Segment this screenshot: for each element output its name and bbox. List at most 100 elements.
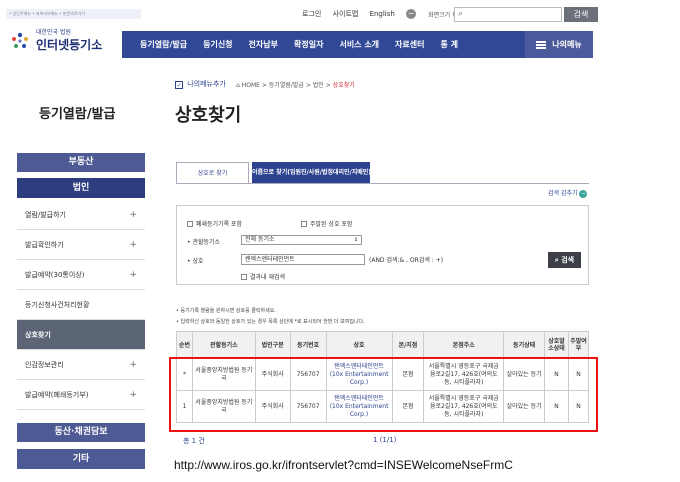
registry-label: • 관할등기소: [187, 239, 221, 246]
logo-title: 인터넷등기소: [36, 38, 103, 52]
breadcrumb-path[interactable]: HOME > 등기열람/발급 > 법인 >: [242, 82, 331, 89]
main-navigation: 등기열람/발급 등기신청 전자납부 확정일자 서비스 소개 자료센터 통 계: [122, 31, 593, 58]
sidebar-item-label: 발급확인하기: [25, 241, 64, 249]
check-icon: ✓: [175, 81, 183, 89]
main-office-label: 주말된 상호 포함: [310, 221, 353, 228]
tab-divider: [176, 183, 589, 184]
main-office-option[interactable]: 주말된 상호 포함: [301, 219, 352, 228]
name-label: • 상호: [187, 258, 204, 265]
logo-subtitle: 대한민국 법원: [36, 29, 72, 36]
sidebar-item-reserve[interactable]: 발급예약(30통이상) +: [17, 260, 145, 290]
nav-item-application[interactable]: 등기신청: [203, 39, 232, 50]
pagination[interactable]: 1 (1/1): [373, 436, 396, 444]
my-menu-button[interactable]: 나의메뉴: [525, 31, 593, 58]
nav-item-e-payment[interactable]: 전자납부: [249, 39, 278, 50]
cell-status: 살아있는 등기: [503, 390, 546, 423]
cell-reg-number: 756707: [289, 390, 327, 423]
col-header: 등기번호: [289, 331, 327, 359]
sidebar-item-seal[interactable]: 인감정보관리 +: [17, 350, 145, 380]
cell-weekend: N: [567, 358, 590, 391]
closed-records-checkbox[interactable]: [187, 221, 193, 227]
search-button[interactable]: ⌕ 검색: [548, 252, 581, 268]
expand-plus-icon: +: [129, 240, 137, 250]
cell-address: 서울특별시 영등포구 국제금융로2길17, 426호(여의도동, 시티플라자): [423, 390, 505, 423]
search-icon: ⌕: [458, 9, 464, 19]
top-utility-bar: • 상단주메뉴 • 좌측서브메뉴 • 본문바로가기 로그인 사이트맵 Engli…: [0, 0, 680, 28]
company-name-link[interactable]: 텐엑스엔터테인먼트 (10x Entertainment Corp.): [325, 358, 393, 391]
search-syntax-hint: (AND 검색:& , OR검색 : +): [369, 257, 444, 264]
tab-search-by-name[interactable]: 상호로 찾기: [176, 162, 249, 184]
cell-status: 살아있는 등기: [503, 358, 546, 391]
closed-records-option[interactable]: 폐쇄등기기록 포함: [187, 219, 242, 228]
search-button-label: 검색: [561, 256, 575, 264]
note-click-company: • 등기기록 열람을 원하시면 상호를 클릭하세요.: [176, 308, 276, 314]
notes: • 등기기록 열람을 원하시면 상호를 클릭하세요. • 입력하신 상호와 동일…: [176, 306, 365, 328]
col-header: 본/지점: [391, 331, 425, 359]
cell-registry: 서울중앙지방법원 등기국: [191, 358, 256, 391]
expand-plus-icon: +: [129, 270, 137, 280]
company-name-link[interactable]: 텐엑스엔터테인먼트 (10x Entertainment Corp.): [325, 390, 393, 423]
nav-item-view-issue[interactable]: 등기열람/발급: [140, 39, 187, 50]
court-emblem-icon: [12, 32, 28, 48]
add-to-my-menu[interactable]: ✓ 나의메뉴추가: [175, 79, 226, 89]
expand-plus-icon: +: [129, 360, 137, 370]
hamburger-icon: [536, 40, 547, 49]
cell-office-type: 본점: [391, 358, 425, 391]
sidebar-item-label: 발급예약(폐쇄등기부): [25, 391, 89, 399]
sidebar-item-name-search[interactable]: 상호찾기: [17, 320, 145, 350]
sidebar-item-label: 발급예약(30통이상): [25, 271, 85, 279]
zoom-out-button[interactable]: −: [406, 9, 417, 19]
login-link[interactable]: 로그인: [302, 10, 321, 18]
sidebar-item-label: 등기신청사건처리현황: [25, 301, 90, 309]
main-office-checkbox[interactable]: [301, 221, 307, 227]
sidebar-item-view-issue[interactable]: 열람/발급하기 +: [17, 200, 145, 230]
search-icon: ⌕: [554, 256, 559, 264]
sidebar-item-label: 인감정보관리: [25, 361, 64, 369]
sidebar-item-closed-reserve[interactable]: 발급예약(폐쇄등기부) +: [17, 380, 145, 410]
closed-records-label: 폐쇄등기기록 포함: [196, 221, 243, 228]
nav-item-statistics[interactable]: 통 계: [441, 39, 459, 50]
company-name-input[interactable]: 렌엑스엔터테인먼트: [241, 254, 365, 265]
sidebar-real-estate[interactable]: 부동산: [17, 153, 145, 172]
skip-links[interactable]: • 상단주메뉴 • 좌측서브메뉴 • 본문바로가기: [6, 9, 141, 19]
site-logo[interactable]: 대한민국 법원 인터넷등기소: [8, 27, 118, 61]
cell-address: 서울특별시 영등포구 국제금융로2길17, 426호(여의도동, 시티플라자): [423, 358, 505, 391]
tab-search-by-person[interactable]: 이름으로 찾기(임원진/사원/법정대리인/지배인): [252, 162, 371, 184]
sidebar-movable-collateral[interactable]: 동산·채권담보: [17, 423, 145, 442]
sitemap-link[interactable]: 사이트맵: [333, 10, 359, 18]
sidebar-title: 등기열람/발급: [39, 107, 116, 122]
zoom-label: 화면크기: [428, 11, 451, 19]
my-menu-label: 나의메뉴: [552, 40, 582, 49]
registry-select[interactable]: 전체 등기소 ↕: [241, 235, 362, 245]
add-to-my-menu-label: 나의메뉴추가: [187, 80, 226, 88]
col-header: 등기상태: [503, 331, 546, 359]
sidebar-item-case-status[interactable]: 등기신청사건처리현황: [17, 290, 145, 320]
col-header: 관할등기소: [191, 331, 256, 359]
breadcrumb: ⌂ HOME > 등기열람/발급 > 법인 > 상호찾기: [236, 80, 355, 89]
detail-search-toggle[interactable]: 검색 감추기 −: [548, 188, 588, 198]
col-header: 본점주소: [423, 331, 505, 359]
result-research-checkbox[interactable]: [241, 274, 247, 280]
result-research-option[interactable]: 결과내 재검색: [241, 272, 285, 281]
top-search-input[interactable]: ⌕: [454, 7, 562, 22]
sidebar-item-label: 열람/발급하기: [25, 211, 66, 219]
sidebar-item-verify[interactable]: 발급확인하기 +: [17, 230, 145, 260]
cell-corp-type: 주식회사: [254, 358, 291, 391]
caption-url: http://www.iros.go.kr/ifrontservlet?cmd=…: [174, 458, 513, 472]
col-header: 법인구분: [254, 331, 291, 359]
cell-erasure: N: [544, 390, 569, 423]
sidebar-submenu: 열람/발급하기 + 발급확인하기 + 발급예약(30통이상) + 등기신청사건처…: [17, 200, 145, 410]
sidebar-corporation[interactable]: 법인: [17, 178, 145, 198]
cell-weekend: N: [567, 390, 590, 423]
result-count: 총 1 건: [183, 437, 205, 445]
cell-registry: 서울중앙지방법원 등기국: [191, 390, 256, 423]
english-link[interactable]: English: [370, 10, 395, 18]
nav-item-fixed-date[interactable]: 확정일자: [294, 39, 323, 50]
registry-select-value: 전체 등기소: [245, 236, 275, 243]
sidebar-item-label: 상호찾기: [25, 331, 51, 339]
nav-item-service[interactable]: 서비스 소개: [339, 39, 379, 50]
sidebar-etc[interactable]: 기타: [17, 449, 145, 469]
nav-item-resources[interactable]: 자료센터: [395, 39, 424, 50]
collapse-icon: −: [579, 190, 588, 198]
top-search-button[interactable]: 검색: [564, 7, 598, 22]
